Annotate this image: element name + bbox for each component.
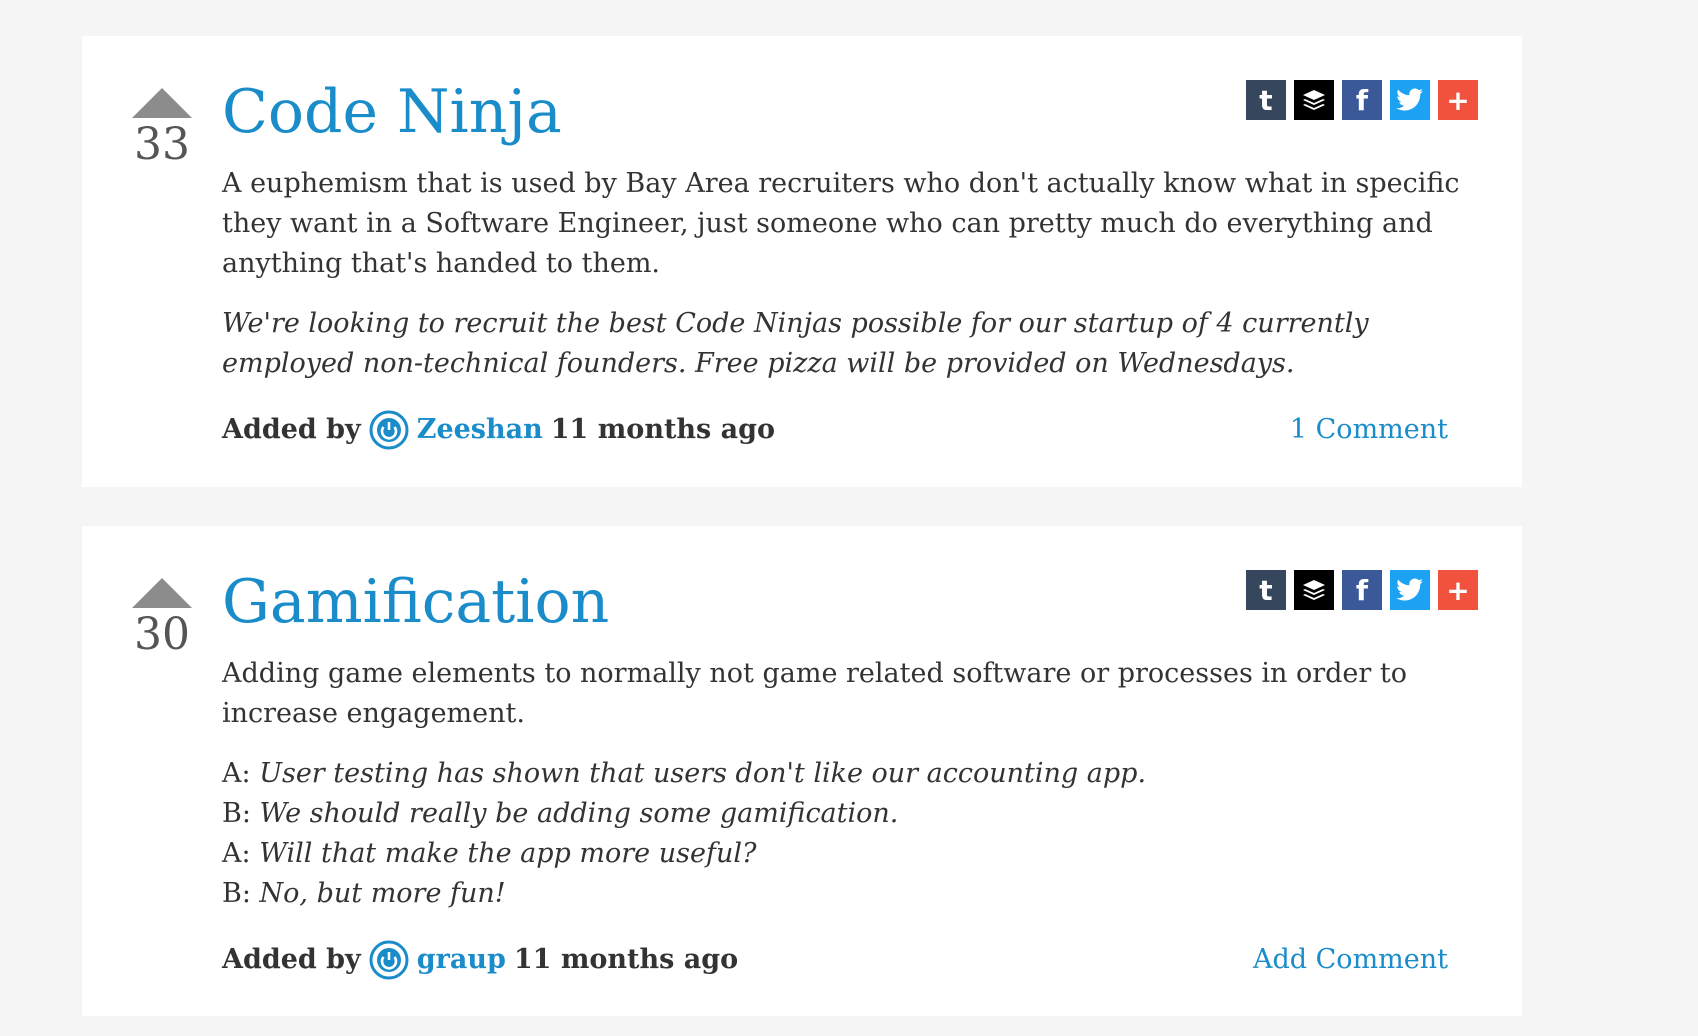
example-line: B: No, but more fun! (222, 874, 1484, 914)
entry-content: Gamification Adding game elements to nor… (222, 562, 1484, 982)
entry-card: 33 t f + Code Ninja A euphemism that is … (82, 36, 1522, 487)
vote-widget: 33 (130, 88, 194, 170)
entry-example: A: User testing has shown that users don… (222, 754, 1484, 914)
vote-widget: 30 (130, 578, 194, 660)
example-text: No, but more fun! (259, 878, 506, 909)
example-line: A: Will that make the app more useful? (222, 834, 1484, 874)
entry-example: We're looking to recruit the best Code N… (222, 308, 1369, 379)
entry-title[interactable]: Gamification (222, 562, 609, 642)
vote-count: 30 (134, 609, 190, 660)
example-text: Will that make the app more useful? (259, 838, 757, 869)
entry-title[interactable]: Code Ninja (222, 72, 562, 152)
added-by-label: Added by (222, 414, 361, 445)
comment-link[interactable]: Add Comment (1253, 938, 1448, 982)
author-link[interactable]: graup (417, 938, 506, 982)
power-icon (369, 410, 409, 450)
comment-link[interactable]: 1 Comment (1290, 408, 1448, 452)
speaker-label: B: (222, 878, 251, 909)
time-ago: 11 months ago (550, 414, 776, 445)
entry-meta: Added by graup 11 months ago Add Comment (222, 938, 1484, 982)
upvote-arrow-icon[interactable] (132, 88, 192, 118)
author-link[interactable]: Zeeshan (417, 408, 543, 452)
speaker-label: B: (222, 798, 251, 829)
example-line: A: User testing has shown that users don… (222, 754, 1484, 794)
entry-meta: Added by Zeeshan 11 months ago 1 Comment (222, 408, 1484, 452)
entry-definition: A euphemism that is used by Bay Area rec… (222, 168, 1460, 279)
entry-content: Code Ninja A euphemism that is used by B… (222, 72, 1484, 452)
upvote-arrow-icon[interactable] (132, 578, 192, 608)
example-text: We should really be adding some gamifica… (259, 798, 899, 829)
added-by-label: Added by (222, 944, 361, 975)
entry-card: 30 t f + Gamification Adding game elemen… (82, 526, 1522, 1016)
power-icon (369, 940, 409, 980)
avatar[interactable] (369, 940, 409, 980)
entry-definition: Adding game elements to normally not gam… (222, 658, 1408, 729)
example-line: B: We should really be adding some gamif… (222, 794, 1484, 834)
vote-count: 33 (134, 119, 190, 170)
example-text: User testing has shown that users don't … (259, 758, 1147, 789)
speaker-label: A: (222, 758, 251, 789)
avatar[interactable] (369, 410, 409, 450)
speaker-label: A: (222, 838, 251, 869)
time-ago: 11 months ago (513, 944, 739, 975)
